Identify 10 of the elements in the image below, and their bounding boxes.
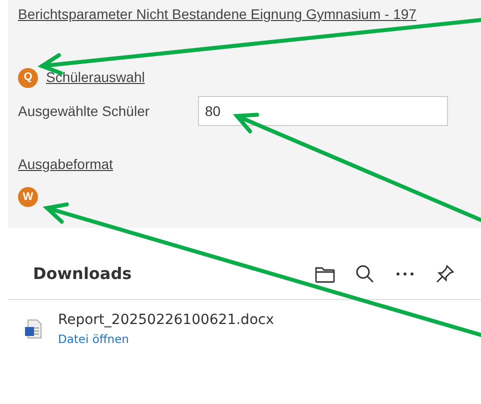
open-file-link[interactable]: Datei öffnen <box>58 331 274 348</box>
file-name: Report_20250226100621.docx <box>58 311 274 330</box>
search-icon: Q <box>18 68 38 88</box>
student-selection-link[interactable]: Schülerauswahl <box>46 67 145 88</box>
report-title-link[interactable]: Berichtsparameter Nicht Bestandene Eignung Gymnasium - 197 <box>18 6 416 22</box>
word-document-icon <box>24 319 42 340</box>
field-label: Ausgewählte Schüler <box>18 102 151 121</box>
output-format-link[interactable]: Ausgabeformat <box>18 156 113 172</box>
downloads-title: Downloads <box>33 262 133 284</box>
input-field[interactable]: 80 <box>198 96 448 126</box>
